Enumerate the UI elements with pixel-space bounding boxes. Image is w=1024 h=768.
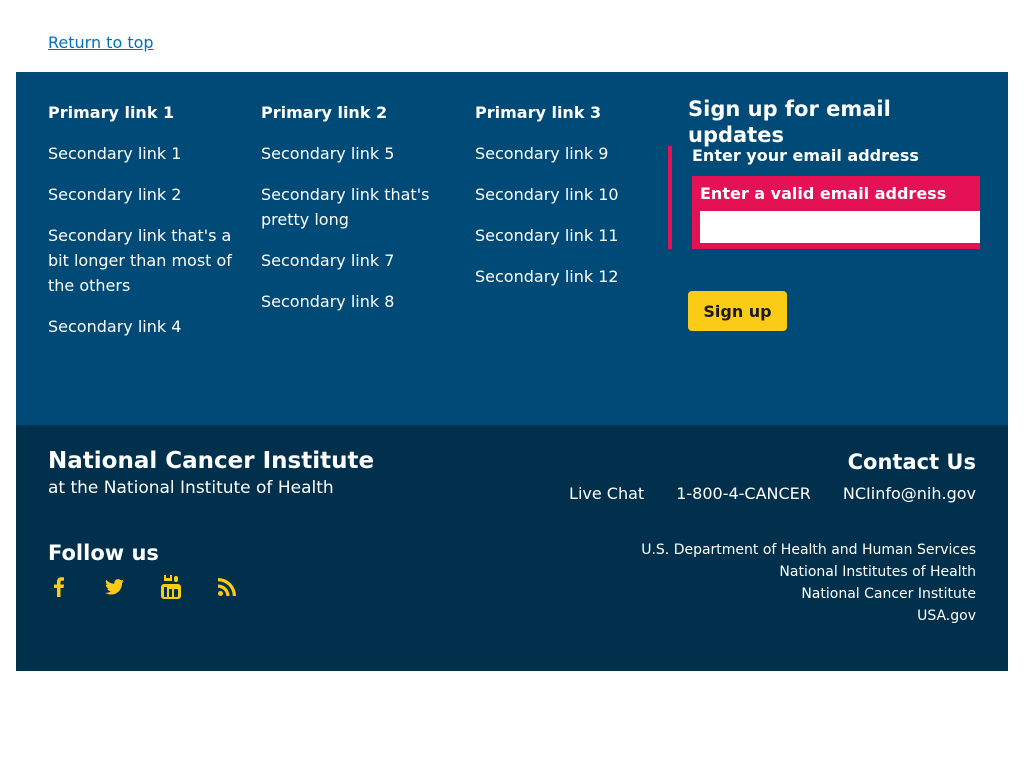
signup-button[interactable]: Sign up: [688, 291, 787, 331]
footer-column-1: Primary link 1 Secondary link 1 Secondar…: [48, 103, 238, 355]
footer-secondary: National Cancer Institute at the Nationa…: [16, 425, 1008, 671]
secondary-link[interactable]: Secondary link 11: [475, 223, 665, 248]
rss-icon[interactable]: [216, 575, 237, 599]
secondary-link[interactable]: Secondary link 8: [261, 289, 451, 314]
org-subtitle: at the National Institute of Health: [48, 478, 334, 498]
social-links: [48, 575, 237, 599]
email-label: Enter your email address: [692, 146, 919, 165]
footer-column-3: Primary link 3 Secondary link 9 Secondar…: [475, 103, 665, 305]
org-name: National Cancer Institute: [48, 448, 375, 474]
error-message: Enter a valid email address: [700, 184, 947, 203]
secondary-link[interactable]: Secondary link that's pretty long: [261, 182, 451, 232]
email-signup: Sign up for email updates Enter your ema…: [668, 96, 984, 331]
phone-link[interactable]: 1-800-4-CANCER: [676, 483, 811, 505]
secondary-link[interactable]: Secondary link 1: [48, 141, 238, 166]
follow-title: Follow us: [48, 541, 159, 565]
nci-link[interactable]: National Cancer Institute: [641, 583, 976, 605]
email-input[interactable]: [700, 211, 980, 243]
secondary-link[interactable]: Secondary link 10: [475, 182, 665, 207]
nih-link[interactable]: National Institutes of Health: [641, 561, 976, 583]
secondary-link[interactable]: Secondary link 5: [261, 141, 451, 166]
footer-primary: Primary link 1 Secondary link 1 Secondar…: [16, 72, 1008, 425]
contact-title: Contact Us: [847, 450, 976, 474]
secondary-link[interactable]: Secondary link that's a bit longer than …: [48, 223, 238, 298]
signup-form: Enter your email address Enter a valid e…: [668, 146, 980, 249]
facebook-icon[interactable]: [48, 575, 69, 599]
email-link[interactable]: NCIinfo@nih.gov: [843, 483, 976, 505]
error-box: Enter a valid email address: [692, 176, 980, 249]
contact-links: Live Chat 1-800-4-CANCER NCIinfo@nih.gov: [569, 483, 976, 505]
secondary-link[interactable]: Secondary link 4: [48, 314, 238, 339]
secondary-link[interactable]: Secondary link 9: [475, 141, 665, 166]
return-to-top-link[interactable]: Return to top: [48, 33, 154, 52]
footer-column-2: Primary link 2 Secondary link 5 Secondar…: [261, 103, 451, 330]
usagov-link[interactable]: USA.gov: [641, 605, 976, 627]
primary-link-1[interactable]: Primary link 1: [48, 103, 238, 123]
gov-links: U.S. Department of Health and Human Serv…: [641, 539, 976, 627]
youtube-icon[interactable]: [160, 575, 181, 599]
twitter-icon[interactable]: [104, 575, 125, 599]
signup-title: Sign up for email updates: [688, 97, 891, 147]
secondary-link[interactable]: Secondary link 12: [475, 264, 665, 289]
secondary-link[interactable]: Secondary link 2: [48, 182, 238, 207]
primary-link-2[interactable]: Primary link 2: [261, 103, 451, 123]
hhs-link[interactable]: U.S. Department of Health and Human Serv…: [641, 539, 976, 561]
primary-link-3[interactable]: Primary link 3: [475, 103, 665, 123]
secondary-link[interactable]: Secondary link 7: [261, 248, 451, 273]
live-chat-link[interactable]: Live Chat: [569, 483, 644, 505]
